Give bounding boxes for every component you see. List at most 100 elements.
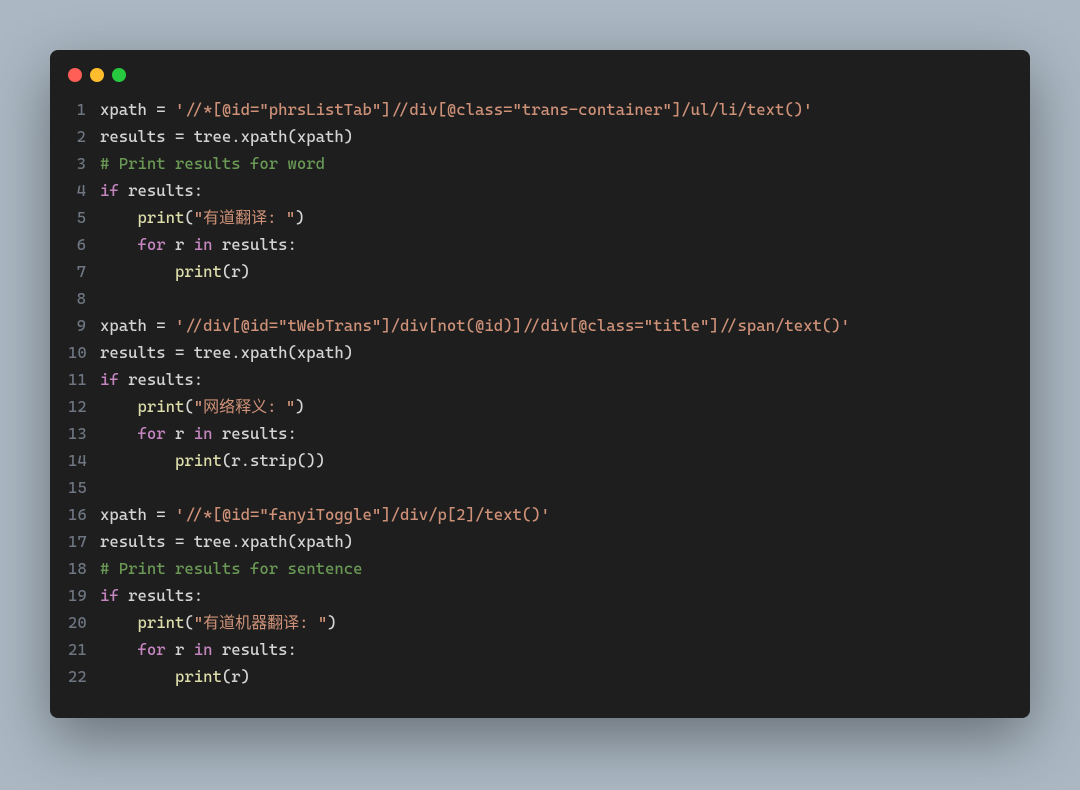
- line-number: 5: [68, 204, 100, 231]
- code-token: # Print results for sentence: [100, 559, 363, 578]
- code-line: 20 print("有道机器翻译: "): [68, 609, 1012, 636]
- code-token: '//*[@id="phrsListTab"]//div[@class="tra…: [175, 100, 813, 119]
- code-token: (r): [222, 262, 250, 281]
- code-token: [100, 235, 138, 254]
- code-line: 5 print("有道翻译: "): [68, 204, 1012, 231]
- code-token: results:: [213, 640, 297, 659]
- line-number: 1: [68, 96, 100, 123]
- code-token: "网络释义: ": [194, 397, 296, 416]
- code-token: r: [166, 235, 194, 254]
- line-number: 15: [68, 474, 100, 501]
- code-token: (r.strip()): [222, 451, 325, 470]
- code-token: [100, 424, 138, 443]
- line-number: 13: [68, 420, 100, 447]
- line-number: 4: [68, 177, 100, 204]
- code-token: results: [100, 343, 175, 362]
- code-token: [100, 640, 138, 659]
- code-content: if results:: [100, 366, 203, 393]
- code-line: 15: [68, 474, 1012, 501]
- line-number: 17: [68, 528, 100, 555]
- window-titlebar: [50, 50, 1030, 82]
- code-line: 9xpath = '//div[@id="tWebTrans"]/div[not…: [68, 312, 1012, 339]
- code-content: for r in results:: [100, 420, 297, 447]
- code-line: 4if results:: [68, 177, 1012, 204]
- code-token: '//*[@id="fanyiToggle"]/div/p[2]/text()': [175, 505, 550, 524]
- code-token: (: [184, 613, 193, 632]
- code-token: =: [175, 532, 194, 551]
- code-content: for r in results:: [100, 231, 297, 258]
- code-line: 7 print(r): [68, 258, 1012, 285]
- code-content: print("网络释义: "): [100, 393, 305, 420]
- line-number: 7: [68, 258, 100, 285]
- line-number: 20: [68, 609, 100, 636]
- code-token: =: [156, 100, 175, 119]
- code-content: [100, 285, 109, 312]
- line-number: 8: [68, 285, 100, 312]
- close-icon[interactable]: [68, 68, 82, 82]
- code-line: 16xpath = '//*[@id="fanyiToggle"]/div/p[…: [68, 501, 1012, 528]
- code-line: 10results = tree.xpath(xpath): [68, 339, 1012, 366]
- code-token: [100, 451, 175, 470]
- code-token: [100, 262, 175, 281]
- code-content: results = tree.xpath(xpath): [100, 123, 353, 150]
- code-token: xpath: [100, 505, 156, 524]
- code-line: 17results = tree.xpath(xpath): [68, 528, 1012, 555]
- code-token: in: [194, 235, 213, 254]
- code-line: 8: [68, 285, 1012, 312]
- code-content: if results:: [100, 582, 203, 609]
- code-content: # Print results for sentence: [100, 555, 363, 582]
- code-line: 6 for r in results:: [68, 231, 1012, 258]
- code-token: print: [138, 613, 185, 632]
- code-token: =: [156, 316, 175, 335]
- minimize-icon[interactable]: [90, 68, 104, 82]
- code-token: results:: [119, 370, 203, 389]
- maximize-icon[interactable]: [112, 68, 126, 82]
- line-number: 18: [68, 555, 100, 582]
- code-content: xpath = '//*[@id="phrsListTab"]//div[@cl…: [100, 96, 813, 123]
- code-line: 11if results:: [68, 366, 1012, 393]
- code-token: print: [138, 397, 185, 416]
- code-token: [100, 397, 138, 416]
- code-token: [100, 613, 138, 632]
- code-token: results:: [213, 235, 297, 254]
- line-number: 3: [68, 150, 100, 177]
- code-content: for r in results:: [100, 636, 297, 663]
- code-token: results:: [119, 181, 203, 200]
- code-token: in: [194, 424, 213, 443]
- code-token: r: [166, 424, 194, 443]
- code-token: (: [184, 208, 193, 227]
- code-token: [100, 208, 138, 227]
- code-window: 1xpath = '//*[@id="phrsListTab"]//div[@c…: [50, 50, 1030, 718]
- code-line: 19if results:: [68, 582, 1012, 609]
- code-token: for: [138, 235, 166, 254]
- code-token: print: [138, 208, 185, 227]
- code-area[interactable]: 1xpath = '//*[@id="phrsListTab"]//div[@c…: [50, 82, 1030, 718]
- code-token: "有道翻译: ": [194, 208, 296, 227]
- code-token: for: [138, 640, 166, 659]
- code-content: # Print results for word: [100, 150, 325, 177]
- code-token: # Print results for word: [100, 154, 325, 173]
- code-line: 21 for r in results:: [68, 636, 1012, 663]
- code-content: results = tree.xpath(xpath): [100, 528, 353, 555]
- line-number: 10: [68, 339, 100, 366]
- code-content: [100, 474, 109, 501]
- line-number: 16: [68, 501, 100, 528]
- code-token: (r): [222, 667, 250, 686]
- code-line: 3# Print results for word: [68, 150, 1012, 177]
- code-token: tree.xpath(xpath): [194, 532, 353, 551]
- code-token: results: [100, 532, 175, 551]
- code-token: results:: [119, 586, 203, 605]
- code-token: tree.xpath(xpath): [194, 127, 353, 146]
- code-token: for: [138, 424, 166, 443]
- code-token: [100, 667, 175, 686]
- code-content: xpath = '//div[@id="tWebTrans"]/div[not(…: [100, 312, 850, 339]
- code-token: ): [295, 208, 304, 227]
- code-token: r: [166, 640, 194, 659]
- code-line: 22 print(r): [68, 663, 1012, 690]
- code-token: if: [100, 370, 119, 389]
- code-content: print("有道翻译: "): [100, 204, 305, 231]
- code-token: "有道机器翻译: ": [194, 613, 328, 632]
- code-line: 14 print(r.strip()): [68, 447, 1012, 474]
- line-number: 12: [68, 393, 100, 420]
- code-token: in: [194, 640, 213, 659]
